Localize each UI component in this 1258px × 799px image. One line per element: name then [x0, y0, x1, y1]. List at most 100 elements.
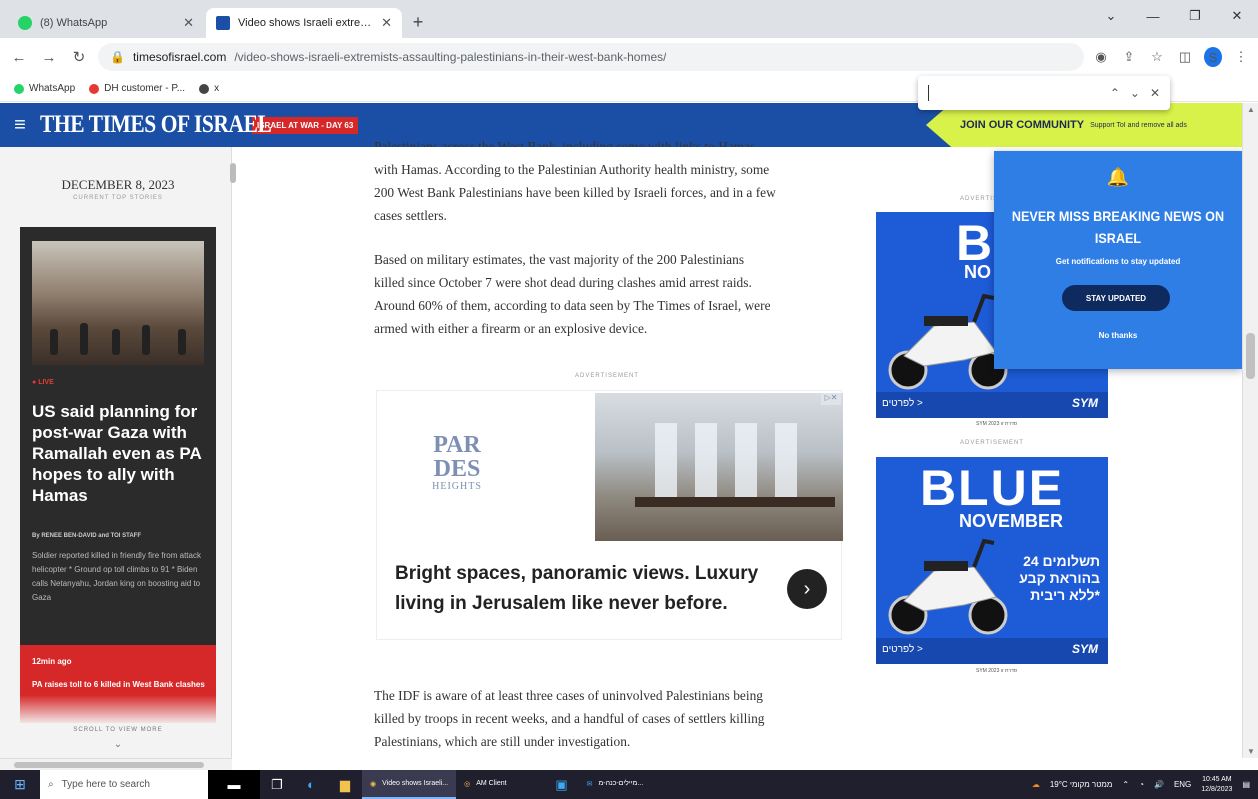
bookmark-label: DH customer - P...: [104, 83, 186, 94]
taskbar-app-label: מיילים-כנה-מ...: [598, 780, 644, 787]
article-line: Palestinians across the West Bank, inclu…: [374, 139, 759, 147]
tab-search-icon[interactable]: ⌄: [1090, 0, 1132, 32]
reload-icon[interactable]: ↻: [68, 46, 90, 68]
top-story-photo[interactable]: [32, 241, 204, 365]
site-logo[interactable]: THE TIMES OF ISRAEL: [40, 111, 272, 139]
taskbar-app-icon[interactable]: ▬: [208, 770, 260, 799]
article-line: The IDF is aware of at least three cases…: [374, 688, 763, 703]
bookmark-x[interactable]: x: [199, 83, 219, 94]
taskbar-mail-window[interactable]: ✉ מיילים-כנה-מ...: [579, 770, 652, 799]
bookmark-whatsapp[interactable]: WhatsApp: [14, 83, 75, 94]
browser-window: (8) WhatsApp ✕ Video shows Israeli extre…: [0, 0, 1258, 799]
taskbar-chrome-window[interactable]: ◉ Video shows Israeli...: [362, 770, 457, 799]
client-icon: ◎: [464, 780, 471, 788]
scroll-thumb[interactable]: [230, 163, 236, 183]
find-next-icon[interactable]: ⌄: [1130, 86, 1140, 100]
lens-icon[interactable]: ◉: [1092, 49, 1110, 65]
inline-ad[interactable]: PAR DES HEIGHTS ▷✕ Bright spaces, panora…: [376, 390, 843, 640]
ad-footer-left: לפרטים >: [882, 644, 923, 655]
tab-title: (8) WhatsApp: [40, 17, 108, 29]
chevron-down-icon[interactable]: ⌄: [20, 739, 216, 750]
share-icon[interactable]: ⇪: [1120, 49, 1138, 65]
article-line: killed by troops in recent weeks, and a …: [374, 711, 765, 726]
bookmark-dh-customer[interactable]: DH customer - P...: [89, 83, 185, 94]
lock-icon[interactable]: 🔒: [110, 50, 125, 64]
task-view-icon[interactable]: ❐: [260, 770, 294, 799]
menu-dots-icon[interactable]: ⋮: [1232, 49, 1250, 65]
ad-choices-icon[interactable]: ▷✕: [821, 393, 841, 405]
sidepanel-icon[interactable]: ◫: [1176, 49, 1194, 65]
back-arrow-icon[interactable]: ←: [8, 46, 30, 68]
windows-taskbar: ⊞ ⌕ Type here to search ▬ ❐ ◐ ▆ ◉ Video s…: [0, 770, 1258, 799]
close-window-button[interactable]: ✕: [1216, 0, 1258, 32]
sidebar-date: DECEMBER 8, 2023: [61, 177, 175, 192]
scroll-down-icon[interactable]: ▼: [1243, 747, 1258, 756]
language-indicator[interactable]: ENG: [1174, 780, 1191, 789]
hamburger-menu-icon[interactable]: ≡: [0, 114, 40, 137]
ad-big-text: BLUE: [919, 460, 1065, 516]
weather-icon[interactable]: ☁: [1032, 780, 1040, 789]
clock-date: 12/8/2023: [1201, 785, 1233, 793]
windows-start-icon[interactable]: ⊞: [0, 776, 40, 793]
scroll-up-icon[interactable]: ▲: [1243, 105, 1258, 114]
article-line: 200 West Bank Palestinians have been kil…: [374, 185, 776, 200]
find-input[interactable]: [928, 85, 929, 101]
address-bar[interactable]: 🔒 timesofisrael.com/video-shows-israeli-…: [98, 43, 1084, 71]
taskbar-app-label: Video shows Israeli...: [382, 780, 449, 787]
taskbar-search-placeholder: Type here to search: [61, 779, 150, 790]
notification-title: NEVER MISS BREAKING NEWS ON ISRAEL: [1011, 208, 1225, 246]
forward-arrow-icon[interactable]: →: [38, 46, 60, 68]
bookmark-icon: [199, 83, 210, 94]
stay-updated-button[interactable]: STAY UPDATED: [1062, 285, 1170, 311]
scroll-thumb[interactable]: [14, 762, 204, 768]
ad-logo-line: PAR: [433, 432, 481, 458]
join-community-sub: Support ToI and remove all ads: [1090, 121, 1187, 129]
ad-image[interactable]: [595, 393, 843, 541]
right-ad-2[interactable]: BLUE NOVEMBER 24 תשלומים בהוראת קבע ללא …: [876, 457, 1108, 664]
search-icon: ⌕: [48, 779, 54, 790]
weather-text[interactable]: 19°C ממטר מקומי: [1050, 780, 1113, 789]
chevron-right-icon[interactable]: ›: [787, 569, 827, 609]
network-icon[interactable]: ◔: [1139, 780, 1144, 789]
article-line: armed with either a firearm or an explos…: [374, 321, 648, 336]
outlook-icon[interactable]: ▣: [545, 770, 579, 799]
tab-whatsapp[interactable]: (8) WhatsApp ✕: [8, 8, 204, 38]
close-tab-icon[interactable]: ✕: [183, 15, 194, 31]
close-tab-icon[interactable]: ✕: [381, 15, 392, 31]
volume-icon[interactable]: 🔊: [1154, 780, 1164, 789]
sidebar-scrollbar[interactable]: [228, 153, 238, 193]
sidebar-fade: [20, 695, 216, 725]
brand-logo: SYM: [1071, 642, 1098, 656]
file-explorer-icon[interactable]: ▆: [328, 770, 362, 799]
taskbar-search[interactable]: ⌕ Type here to search: [40, 770, 208, 799]
clock-time: 10:45 AM: [1202, 775, 1232, 783]
ad-headline[interactable]: Bright spaces, panoramic views. Luxury l…: [395, 559, 775, 619]
tab-times-of-israel[interactable]: Video shows Israeli extremists a ✕: [206, 8, 402, 38]
profile-avatar[interactable]: S: [1204, 47, 1222, 67]
minimize-button[interactable]: —: [1132, 0, 1174, 32]
clock[interactable]: 10:45 AM 12/8/2023: [1201, 775, 1232, 795]
find-prev-icon[interactable]: ⌃: [1110, 86, 1120, 100]
top-story-headline[interactable]: US said planning for post-war Gaza with …: [32, 401, 212, 506]
article-line: cases settlers.: [374, 208, 447, 223]
figure-shape: [80, 323, 88, 355]
scroll-hint: SCROLL TO VIEW MORE: [73, 727, 163, 733]
restore-button[interactable]: ❐: [1174, 0, 1216, 32]
scroll-thumb[interactable]: [1246, 333, 1255, 379]
star-icon[interactable]: ☆: [1148, 49, 1166, 65]
page-scrollbar[interactable]: ▲ ▼: [1242, 103, 1258, 758]
taskbar-am-client[interactable]: ◎ AM Client: [456, 770, 514, 799]
tray-chevron-icon[interactable]: ⌃: [1122, 780, 1129, 789]
times-of-israel-favicon-icon: [216, 16, 230, 30]
top-stories-sidebar: DECEMBER 8, 2023 CURRENT TOP STORIES ● L…: [0, 147, 236, 758]
edge-icon[interactable]: ◐: [294, 770, 328, 799]
figure-shape: [50, 329, 58, 355]
new-tab-button[interactable]: +: [404, 8, 432, 36]
no-thanks-link[interactable]: No thanks: [994, 331, 1242, 340]
find-close-icon[interactable]: ✕: [1150, 86, 1160, 100]
notifications-icon[interactable]: ▤: [1242, 780, 1250, 789]
ad-logo-line: DES: [433, 456, 481, 482]
horizontal-scrollbar[interactable]: [0, 758, 232, 770]
top-story-card[interactable]: ● LIVE US said planning for post-war Gaz…: [20, 227, 216, 723]
article-line: Based on military estimates, the vast ma…: [374, 252, 745, 267]
